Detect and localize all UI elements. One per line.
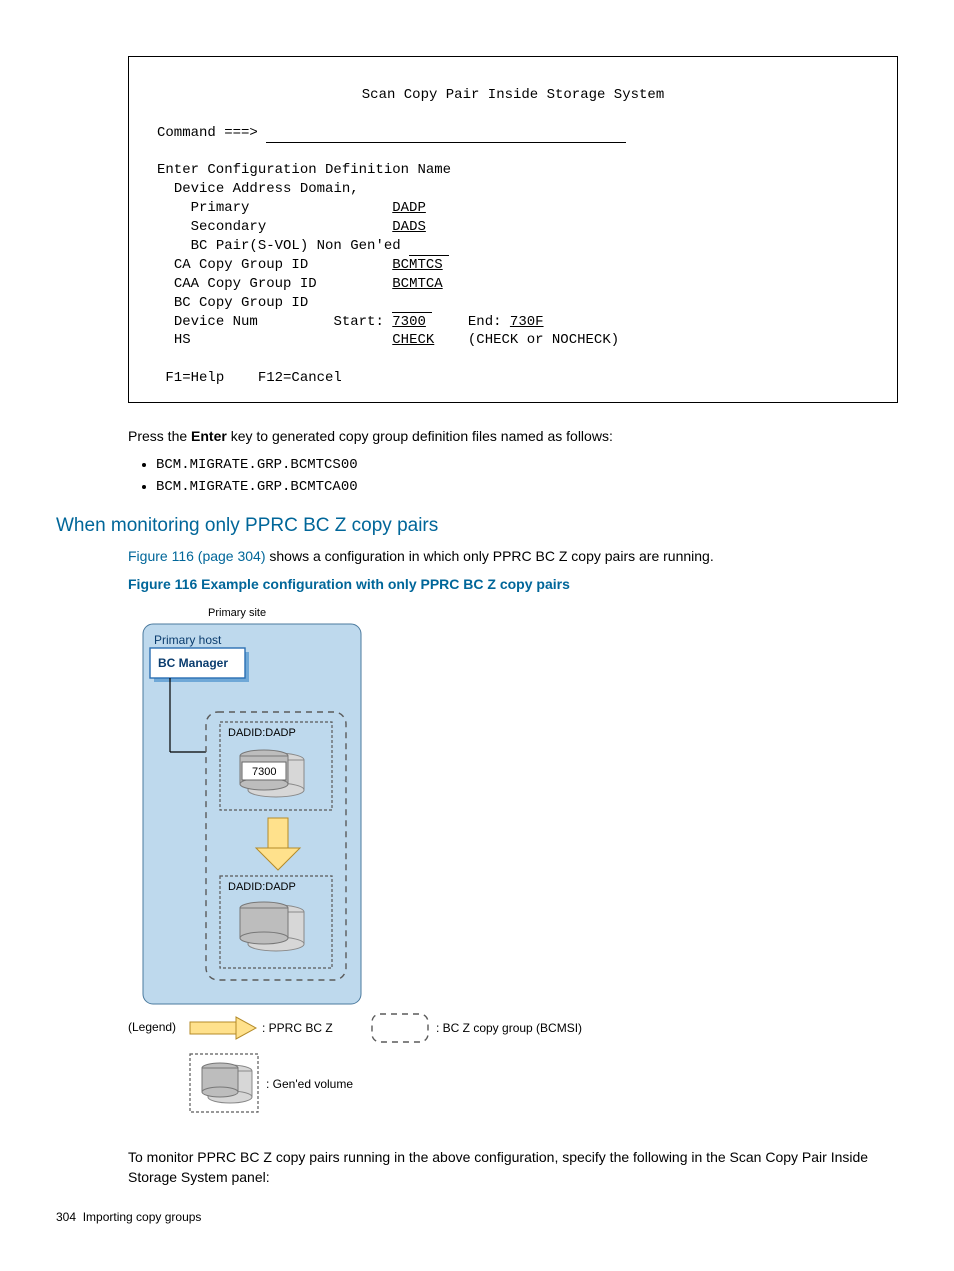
dadid-bot: DADID:DADP — [228, 881, 296, 893]
command-input[interactable] — [266, 131, 626, 143]
hs-value[interactable]: CHECK — [392, 332, 434, 348]
command-label: Command ===> — [157, 125, 258, 141]
enter-cfg: Enter Configuration Definition Name — [157, 162, 451, 178]
legend-gen: : Gen'ed volume — [266, 1077, 353, 1091]
page-number: 304 — [56, 1210, 76, 1224]
fkeys: F1=Help F12=Cancel — [165, 370, 341, 386]
ca-value[interactable]: BCMTCS — [392, 257, 442, 273]
secondary-label: Secondary — [191, 219, 267, 235]
bc-manager-label: BC Manager — [158, 656, 228, 670]
devnum-label: Device Num — [174, 314, 258, 330]
file-list: BCM.MIGRATE.GRP.BCMTCS00 BCM.MIGRATE.GRP… — [136, 457, 898, 495]
fig-ref-para: Figure 116 (page 304) shows a configurat… — [128, 547, 898, 567]
dad-heading: Device Address Domain, — [174, 181, 359, 197]
page-footer: 304 Importing copy groups — [56, 1210, 201, 1224]
primary-host-label: Primary host — [154, 633, 222, 647]
section-heading: When monitoring only PPRC BC Z copy pair… — [56, 515, 898, 537]
panel-title: Scan Copy Pair Inside Storage System — [157, 86, 869, 105]
primary-site-label: Primary site — [208, 607, 266, 619]
legend-label: (Legend) — [128, 1020, 176, 1034]
start-value[interactable]: 7300 — [392, 314, 426, 330]
end-label: End: — [468, 314, 502, 330]
bc-label: BC Copy Group ID — [174, 295, 308, 311]
legend-pprc: : PPRC BC Z — [262, 1021, 333, 1035]
end-value[interactable]: 730F — [510, 314, 544, 330]
dadid-top: DADID:DADP — [228, 727, 296, 739]
start-label: Start: — [333, 314, 383, 330]
bc-input[interactable] — [392, 301, 432, 313]
vol-num: 7300 — [252, 766, 276, 778]
scan-panel: Scan Copy Pair Inside Storage System Com… — [128, 56, 898, 403]
hs-label: HS — [174, 332, 191, 348]
caa-value[interactable]: BCMTCA — [392, 276, 442, 292]
file-item: BCM.MIGRATE.GRP.BCMTCA00 — [156, 479, 898, 495]
bcpair-input[interactable] — [409, 244, 449, 256]
legend-bcz: : BC Z copy group (BCMSI) — [436, 1021, 582, 1035]
primary-label: Primary — [191, 200, 250, 216]
hs-hint: (CHECK or NOCHECK) — [468, 332, 619, 348]
primary-value[interactable]: DADP — [392, 200, 426, 216]
enter-key: Enter — [191, 428, 227, 444]
secondary-value[interactable]: DADS — [392, 219, 426, 235]
figure-link[interactable]: Figure 116 (page 304) — [128, 548, 266, 564]
figure-caption: Figure 116 Example configuration with on… — [128, 576, 898, 592]
bcpair-label: BC Pair(S-VOL) Non Gen'ed — [191, 238, 401, 254]
footer-text: Importing copy groups — [83, 1210, 202, 1224]
file-item: BCM.MIGRATE.GRP.BCMTCS00 — [156, 457, 898, 473]
caa-label: CAA Copy Group ID — [174, 276, 317, 292]
figure-diagram: Primary site Primary host BC Manager DAD… — [128, 604, 898, 1124]
intro-para: Press the Enter key to generated copy gr… — [128, 427, 898, 447]
closing-para: To monitor PPRC BC Z copy pairs running … — [128, 1148, 898, 1187]
ca-label: CA Copy Group ID — [174, 257, 308, 273]
